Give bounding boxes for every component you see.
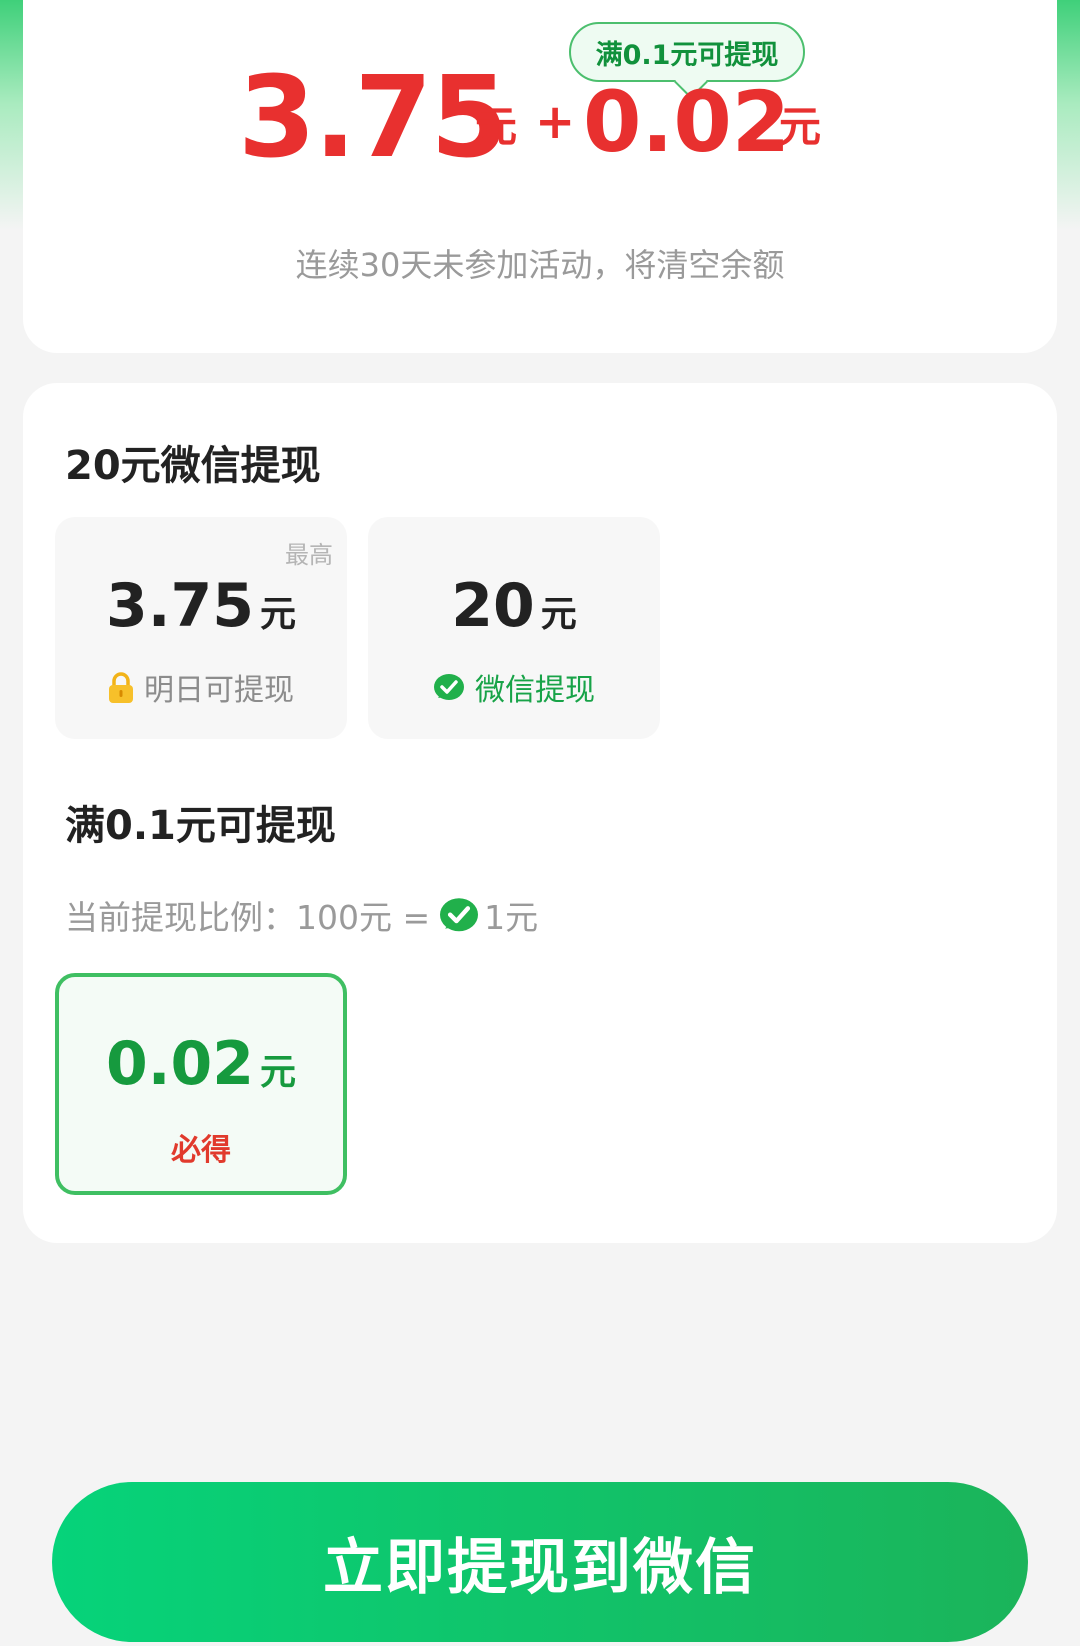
extra-balance: 0.02 (583, 73, 791, 171)
main-balance: 3.75 (238, 53, 508, 183)
lock-icon (108, 671, 134, 712)
tile-unit: 元 (260, 1052, 297, 1093)
tile-status: 微信提现 (368, 665, 660, 711)
min-section-title: 满0.1元可提现 (65, 803, 336, 849)
withdraw-to-wechat-button[interactable]: 立即提现到微信 (52, 1482, 1028, 1642)
tile-amount: 3.75 (105, 571, 255, 641)
main-balance-unit: 元 (475, 102, 518, 151)
tile-unit: 元 (540, 594, 577, 635)
tier-tile-20[interactable]: 20 元 微信提现 (368, 517, 660, 739)
tile-status-text: 微信提现 (475, 673, 595, 708)
plus-sign: + (535, 94, 576, 150)
balance-card: 满0.1元可提现 3.75 元 + 0.02 元 连续30天未参加活动，将清空余… (23, 0, 1057, 353)
min-withdraw-tile-selected[interactable]: 0.02 元 必得 (55, 973, 347, 1195)
tile-max-note: 最高 (285, 541, 333, 569)
tile-status: 明日可提现 (55, 665, 347, 712)
tile-value: 20 元 (368, 571, 660, 641)
tile-value: 0.02 元 (59, 1029, 343, 1099)
wechat-check-icon (433, 673, 465, 711)
withdraw-ratio: 当前提现比例：100元 = 1元 (65, 891, 538, 943)
tile-amount: 0.02 (105, 1029, 255, 1099)
ratio-prefix: 当前提现比例：100元 = (65, 898, 431, 937)
tile-unit: 元 (260, 594, 297, 635)
tile-status-text: 明日可提现 (144, 673, 294, 708)
expiry-warning: 连续30天未参加活动，将清空余额 (295, 246, 785, 284)
withdraw-options-card: 20元微信提现 最高 3.75 元 明日可提现 20 元 微信提现 满0.1元可… (23, 383, 1057, 1243)
extra-balance-unit: 元 (779, 102, 822, 151)
tile-value: 3.75 元 (55, 571, 347, 641)
tile-amount: 20 (451, 571, 535, 641)
balance-amount-row: 3.75 元 + 0.02 元 (23, 40, 1057, 180)
guaranteed-label: 必得 (171, 1133, 231, 1168)
wechat-check-icon (438, 897, 480, 943)
tier-section-title: 20元微信提现 (65, 443, 321, 489)
tier-tile-locked[interactable]: 最高 3.75 元 明日可提现 (55, 517, 347, 739)
ratio-suffix: 1元 (484, 898, 539, 937)
